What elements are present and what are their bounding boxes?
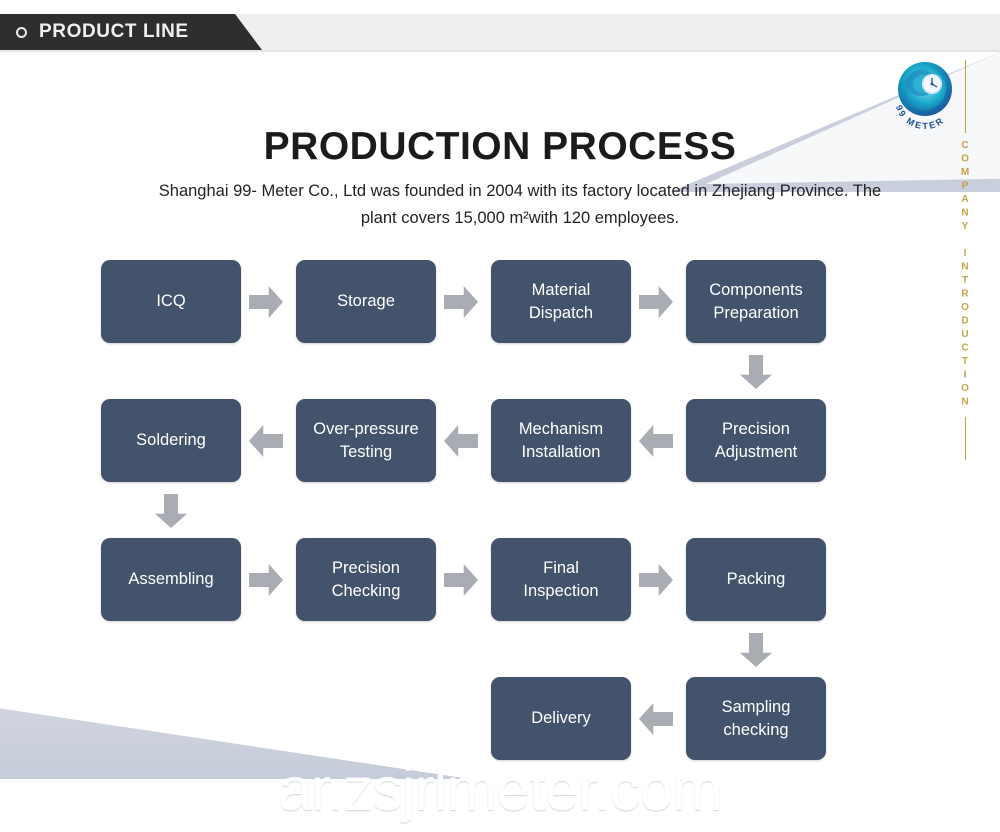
arrow-right-icon — [639, 564, 673, 596]
flow-node-soldering: Soldering — [101, 399, 241, 482]
flow-node-icq: ICQ — [101, 260, 241, 343]
arrow-left-icon — [249, 425, 283, 457]
arrow-left-icon — [639, 703, 673, 735]
flow-node-precision-adjustment: Precision Adjustment — [686, 399, 826, 482]
arrow-left-icon — [444, 425, 478, 457]
flow-node-storage: Storage — [296, 260, 436, 343]
flow-node-delivery: Delivery — [491, 677, 631, 760]
production-process-flowchart: ICQ Storage Material Dispatch Components P… — [0, 0, 1000, 832]
arrow-left-icon — [639, 425, 673, 457]
arrow-right-icon — [249, 564, 283, 596]
flow-node-over-pressure-testing: Over-pressure Testing — [296, 399, 436, 482]
flow-node-assembling: Assembling — [101, 538, 241, 621]
flow-node-sampling-checking: Sampling checking — [686, 677, 826, 760]
flow-node-precision-checking: Precision Checking — [296, 538, 436, 621]
flow-node-final-inspection: Final Inspection — [491, 538, 631, 621]
arrow-right-icon — [444, 286, 478, 318]
arrow-right-icon — [444, 564, 478, 596]
arrow-right-icon — [639, 286, 673, 318]
arrow-down-icon — [740, 633, 772, 667]
page-root: PRODUCT LINE 99 METER COMPANY INTRODUCTI… — [0, 0, 1000, 832]
flow-node-mechanism-installation: Mechanism Installation — [491, 399, 631, 482]
flow-node-material-dispatch: Material Dispatch — [491, 260, 631, 343]
arrow-down-icon — [155, 494, 187, 528]
flow-node-components-preparation: Components Preparation — [686, 260, 826, 343]
arrow-right-icon — [249, 286, 283, 318]
flow-node-packing: Packing — [686, 538, 826, 621]
arrow-down-icon — [740, 355, 772, 389]
